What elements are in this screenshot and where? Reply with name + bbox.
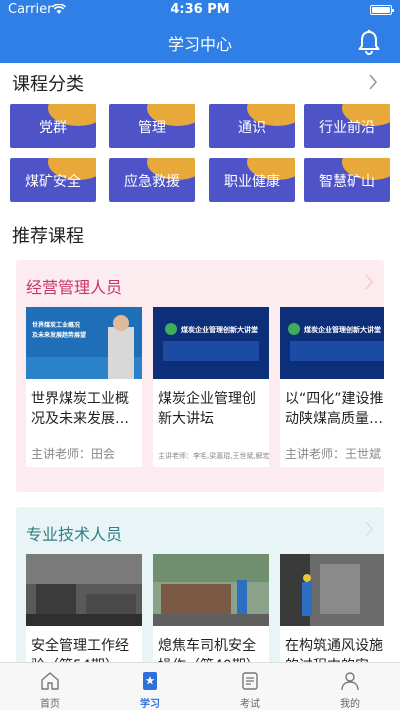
course-thumbnail: 煤炭企业管理创新大讲堂: [280, 307, 384, 379]
svg-text:及未来发展趋势展望: 及未来发展趋势展望: [32, 331, 86, 339]
course-card[interactable]: 煤炭企业管理创新大讲堂 煤炭企业管理创新大讲坛 主讲老师：李毛,梁嘉琨,王世斌,…: [153, 307, 269, 467]
course-title: 在构筑通风设施的过程中的安…: [285, 638, 383, 662]
course-group-management: 经营管理人员 世界煤炭工业概况 及未来发展趋势展望 世界煤炭工业概况及未来发展……: [16, 260, 384, 492]
category-label: 行业前沿: [319, 120, 375, 136]
tab-label: 考试: [240, 699, 260, 710]
course-thumbnail: [153, 554, 269, 626]
tab-profile[interactable]: 我的: [300, 663, 400, 711]
course-thumbnail: [26, 554, 142, 626]
course-title: 熄焦车司机安全操作（第40期）: [158, 638, 260, 662]
tab-study[interactable]: 学习: [100, 663, 200, 711]
category-label: 党群: [39, 120, 67, 136]
course-thumbnail: [280, 554, 384, 626]
svg-text:煤炭企业管理创新大讲堂: 煤炭企业管理创新大讲堂: [181, 325, 258, 334]
study-icon: [143, 672, 157, 690]
chevron-right-icon[interactable]: [364, 521, 374, 537]
bell-icon[interactable]: [358, 29, 380, 55]
course-title: 以“四化”建设推动陕煤高质量…: [285, 391, 384, 427]
course-card[interactable]: 世界煤炭工业概况 及未来发展趋势展望 世界煤炭工业概况及未来发展… 主讲老师：田…: [26, 307, 142, 467]
group-title: 经营管理人员: [26, 278, 123, 297]
tab-home[interactable]: 首页: [0, 663, 100, 711]
tab-label: 学习: [140, 699, 160, 710]
tab-bar: 首页 学习 考试 我的: [0, 662, 400, 710]
category-tile[interactable]: 煤矿安全: [10, 158, 96, 202]
tab-exam[interactable]: 考试: [200, 663, 300, 711]
course-teacher: 主讲老师：田会: [31, 447, 116, 461]
course-title: 安全管理工作经验（第54期）: [31, 638, 129, 662]
chevron-right-icon[interactable]: [368, 74, 378, 90]
page-title: 学习中心: [167, 35, 232, 54]
course-card[interactable]: 熄焦车司机安全操作（第40期）: [153, 554, 269, 662]
svg-text:煤炭企业管理创新大讲堂: 煤炭企业管理创新大讲堂: [304, 325, 381, 334]
tab-label: 我的: [340, 699, 360, 710]
category-tile[interactable]: 智慧矿山: [304, 158, 390, 202]
tab-label: 首页: [40, 699, 60, 710]
course-card[interactable]: 安全管理工作经验（第54期）: [26, 554, 142, 662]
category-label: 智慧矿山: [319, 174, 375, 190]
course-card[interactable]: 煤炭企业管理创新大讲堂 以“四化”建设推动陕煤高质量… 主讲老师：王世斌: [280, 307, 384, 467]
chevron-right-icon[interactable]: [364, 274, 374, 290]
course-teacher: 主讲老师：王世斌: [285, 447, 382, 461]
course-teacher: 主讲老师：李毛,梁嘉琨,王世斌,解宏绪: [158, 452, 269, 460]
exam-icon: [242, 672, 258, 690]
course-title: 煤炭企业管理创新大讲坛: [158, 391, 256, 427]
profile-icon: [341, 672, 359, 691]
category-tile[interactable]: 职业健康: [209, 158, 295, 202]
clock: 4:36 PM: [170, 2, 230, 17]
category-label: 煤矿安全: [25, 174, 81, 190]
category-label: 职业健康: [224, 174, 280, 190]
categories-heading: 课程分类: [12, 74, 84, 95]
navigation-bar: 学习中心: [0, 20, 400, 63]
group-title: 专业技术人员: [26, 525, 123, 544]
course-thumbnail: 世界煤炭工业概况 及未来发展趋势展望: [26, 307, 142, 379]
svg-text:世界煤炭工业概况: 世界煤炭工业概况: [32, 321, 80, 329]
category-label: 通识: [238, 120, 266, 136]
category-tile[interactable]: 管理: [109, 104, 195, 148]
recommended-heading: 推荐课程: [12, 226, 84, 247]
category-tile[interactable]: 行业前沿: [304, 104, 390, 148]
course-card[interactable]: 在构筑通风设施的过程中的安…: [280, 554, 384, 662]
status-bar: Carrier 4:36 PM: [0, 0, 400, 20]
category-tile[interactable]: 通识: [209, 104, 295, 148]
category-tile[interactable]: 应急救援: [109, 158, 195, 202]
course-group-technical: 专业技术人员 安全管理工作经验（第54期） 熄焦车司机安全操作（第40期）: [16, 507, 384, 662]
category-label: 应急救援: [124, 174, 180, 190]
category-label: 管理: [138, 120, 166, 136]
course-thumbnail: 煤炭企业管理创新大讲堂: [153, 307, 269, 379]
category-tile[interactable]: 党群: [10, 104, 96, 148]
home-icon: [41, 672, 59, 690]
battery-icon: [370, 5, 394, 15]
course-title: 世界煤炭工业概况及未来发展…: [31, 391, 129, 427]
